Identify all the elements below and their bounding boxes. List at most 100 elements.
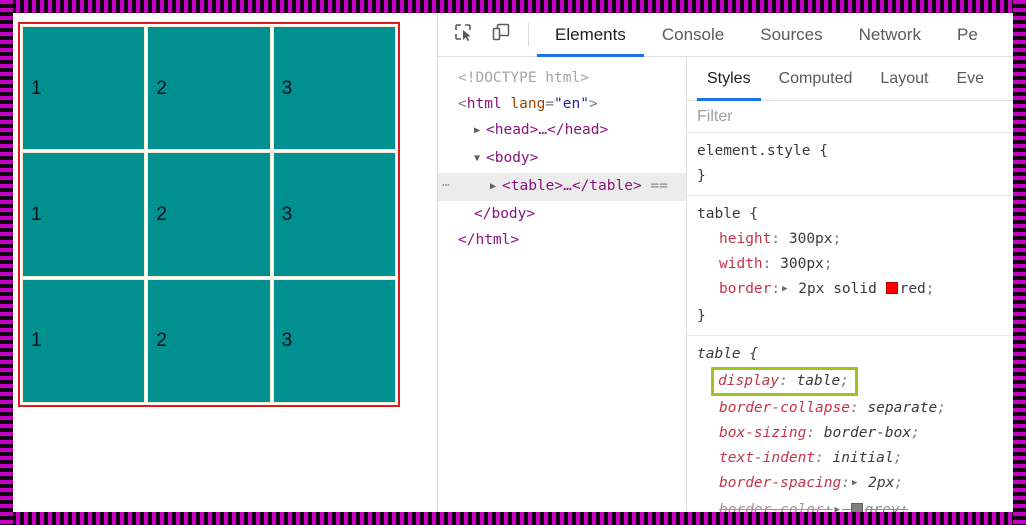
dom-node-body[interactable]: ▼ <body> — [438, 145, 686, 173]
css-value: grey — [864, 502, 900, 512]
css-rule-close: } — [697, 308, 706, 324]
html-tag-name: html — [466, 96, 502, 112]
css-rules-list: element.style { } table { height: 300px;… — [687, 133, 1013, 512]
css-declaration-box-sizing[interactable]: box-sizing: border-box; — [697, 421, 1013, 446]
dom-node-head[interactable]: ▶ <head>…</head> — [438, 117, 686, 145]
css-value: 2px — [868, 475, 895, 491]
color-swatch-red[interactable] — [885, 282, 898, 294]
css-value: table — [796, 373, 841, 389]
css-declaration-border[interactable]: border: ▶ 2px solid red; — [697, 277, 1013, 304]
css-selector-line[interactable]: element.style { — [697, 139, 1013, 164]
toolbar-divider — [528, 23, 529, 46]
table-cell: 3 — [272, 152, 396, 277]
styles-filter-row — [687, 101, 1013, 133]
inspect-element-icon — [453, 22, 473, 47]
device-toolbar-icon — [491, 22, 511, 47]
css-declaration-border-spacing[interactable]: border-spacing: ▶ 2px; — [697, 471, 1013, 498]
css-property: width — [719, 256, 763, 272]
dom-node-body-close: </body> — [438, 201, 686, 227]
css-property: text-indent — [719, 450, 816, 466]
table-cell: 2 — [147, 26, 271, 151]
demo-table: 1 2 3 1 2 3 1 2 3 — [18, 22, 400, 407]
browser-page: 1 2 3 1 2 3 1 2 3 Elements Console Sourc… — [13, 13, 1013, 512]
table-cell: 2 — [147, 278, 271, 403]
css-declaration-display[interactable]: display: table; — [711, 367, 858, 396]
doctype-text: <!DOCTYPE html> — [458, 70, 589, 86]
devtools-panel: Elements Console Sources Network Pe <!DO… — [438, 13, 1013, 512]
html-attr-value: "en" — [554, 96, 589, 112]
tab-network[interactable]: Network — [841, 13, 939, 56]
table-row: 1 2 3 — [22, 278, 396, 403]
styles-filter-input[interactable] — [687, 107, 1013, 126]
dom-node-html-close: </html> — [438, 227, 686, 253]
css-value: separate — [867, 400, 938, 416]
css-rule-table-author: table { height: 300px; width: 300px; bor… — [687, 196, 1013, 336]
css-property: display — [718, 373, 780, 389]
table-text: <table>…</table> — [502, 178, 642, 194]
table-cell: 1 — [22, 152, 146, 277]
frame-stripe-bottom — [0, 512, 1026, 525]
css-declaration-border-collapse[interactable]: border-collapse: separate; — [697, 396, 1013, 421]
html-attr-name: lang — [510, 96, 546, 112]
html-attr-eq: = — [545, 96, 555, 112]
css-value: 300px — [788, 231, 833, 247]
css-property: border-color — [719, 502, 824, 512]
table-cell: 3 — [272, 278, 396, 403]
dom-node-html[interactable]: <html lang="en"> — [438, 91, 686, 117]
expand-shorthand-icon[interactable]: ▶ — [850, 471, 859, 496]
css-property: height — [719, 231, 772, 247]
expand-shorthand-icon[interactable]: ▶ — [780, 277, 789, 302]
body-close-text: </body> — [474, 206, 536, 222]
css-rule-table-user-agent: table { display: table; border-collapse:… — [687, 336, 1013, 512]
tab-sources[interactable]: Sources — [742, 13, 840, 56]
tab-styles[interactable]: Styles — [693, 57, 765, 101]
tab-computed[interactable]: Computed — [765, 57, 867, 100]
tab-console[interactable]: Console — [644, 13, 742, 56]
css-declaration-border-color[interactable]: border-color: ▶ grey; — [697, 498, 1013, 512]
inspect-element-button[interactable] — [444, 13, 482, 56]
html-open-gt: > — [588, 96, 598, 112]
css-property: border-collapse — [719, 400, 850, 416]
chevron-right-icon[interactable]: ▶ — [490, 174, 502, 200]
chevron-right-icon[interactable]: ▶ — [474, 118, 486, 144]
css-selector-line[interactable]: table { — [697, 202, 1013, 227]
tab-event-listeners[interactable]: Eve — [942, 57, 998, 100]
device-toolbar-button[interactable] — [482, 13, 520, 56]
dom-tree-pane: <!DOCTYPE html> <html lang="en"> ▶ <head>… — [438, 57, 687, 512]
color-swatch-grey[interactable] — [850, 503, 863, 512]
frame-stripe-right — [1013, 0, 1026, 525]
devtools-main-tabs: Elements Console Sources Network Pe — [537, 13, 996, 57]
tab-performance[interactable]: Pe — [939, 13, 996, 56]
table-cell: 1 — [22, 26, 146, 151]
html-open-lt: < — [458, 96, 467, 112]
css-selector: table — [697, 206, 741, 222]
css-color-name: red — [899, 281, 926, 297]
css-value-prefix: 2px solid — [798, 281, 877, 297]
rendered-page-viewport: 1 2 3 1 2 3 1 2 3 — [13, 13, 438, 512]
css-declaration-width[interactable]: width: 300px; — [697, 252, 1013, 277]
devtools-toolbar: Elements Console Sources Network Pe — [438, 13, 1013, 57]
css-property: box-sizing — [719, 425, 807, 441]
styles-pane: Styles Computed Layout Eve element.style… — [687, 57, 1013, 512]
css-declaration-text-indent[interactable]: text-indent: initial; — [697, 446, 1013, 471]
css-selector: element.style — [697, 143, 811, 159]
tab-elements[interactable]: Elements — [537, 13, 644, 57]
body-text: <body> — [486, 150, 539, 166]
selected-node-ref: == — [650, 178, 668, 194]
frame-stripe-left — [0, 0, 13, 525]
table-row: 1 2 3 — [22, 152, 396, 277]
css-value: border-box — [823, 425, 912, 441]
css-declaration-height[interactable]: height: 300px; — [697, 227, 1013, 252]
css-selector-line[interactable]: table { — [697, 342, 1013, 367]
expand-shorthand-icon[interactable]: ▶ — [833, 498, 842, 512]
css-property: border-spacing — [719, 475, 842, 491]
node-menu-icon[interactable]: ⋯ — [442, 173, 451, 199]
css-value: initial — [832, 450, 894, 466]
chevron-down-icon[interactable]: ▼ — [474, 146, 486, 172]
css-value: 300px — [780, 256, 824, 272]
table-cell: 2 — [147, 152, 271, 277]
styles-sidebar-tabs: Styles Computed Layout Eve — [687, 57, 1013, 101]
dom-node-table[interactable]: ⋯ ▶ <table>…</table> == — [438, 173, 686, 201]
css-property: border — [719, 281, 772, 297]
tab-layout[interactable]: Layout — [866, 57, 942, 100]
